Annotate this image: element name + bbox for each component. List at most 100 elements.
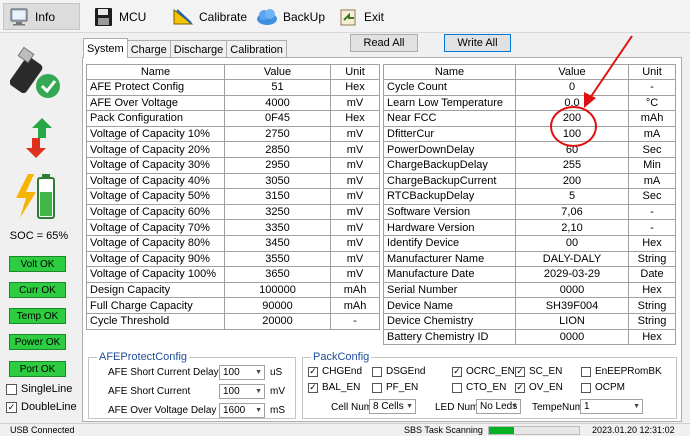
right-table-row[interactable]: Manufacturer Name DALY-DALY String [383, 250, 676, 268]
read-all-button[interactable]: Read All [350, 34, 418, 52]
right-table-row[interactable]: Software Version 7,06- [383, 203, 676, 221]
left-table-value-cell[interactable]: 3650 [224, 266, 331, 283]
left-table-value-cell[interactable]: 3150 [224, 188, 331, 205]
right-table-row[interactable]: Device Chemistry LION String [383, 312, 676, 330]
pack-flag-checkbox[interactable]: ✓ OV_EN [515, 382, 563, 393]
left-table-row[interactable]: AFE Protect Config 51 Hex [86, 79, 380, 96]
pack-flag-checkbox[interactable]: CTO_EN [452, 382, 506, 393]
tab-discharge[interactable]: Discharge [169, 40, 228, 58]
left-table-row[interactable]: Voltage of Capacity 80% 3450 mV [86, 234, 380, 252]
checkbox-box[interactable] [581, 382, 591, 393]
tab-system[interactable]: System [83, 38, 128, 58]
right-table-value-cell[interactable]: DALY-DALY [515, 250, 629, 268]
left-table-value-cell[interactable]: 2850 [224, 141, 331, 158]
left-table-row[interactable]: Voltage of Capacity 90% 3550 mV [86, 250, 380, 268]
right-table-value-cell[interactable]: 5 [515, 188, 629, 205]
left-table-row[interactable]: Voltage of Capacity 40% 3050 mV [86, 172, 380, 190]
toolbar-calibrate-button[interactable]: Calibrate [168, 3, 247, 30]
singleline-box[interactable] [6, 383, 17, 395]
checkbox-box[interactable] [452, 382, 462, 393]
left-table-row[interactable]: Design Capacity 100000 mAh [86, 281, 380, 299]
cell-num-select[interactable]: 8 Cells ▼ [369, 399, 416, 414]
right-table-value-cell[interactable]: 255 [515, 156, 629, 174]
right-table-value-cell[interactable]: 0000 [515, 328, 629, 346]
checkbox-box[interactable]: ✓ [308, 382, 318, 393]
left-table-value-cell[interactable]: 100000 [224, 281, 331, 299]
left-table-value-cell[interactable]: 3050 [224, 172, 331, 190]
right-table-value-cell[interactable]: 2,10 [515, 219, 629, 236]
singleline-checkbox[interactable]: SingleLine [6, 383, 72, 395]
write-all-button[interactable]: Write All [444, 34, 511, 52]
right-table-row[interactable]: Manufacture Date 2029-03-29 Date [383, 266, 676, 283]
left-table-value-cell[interactable]: 3250 [224, 203, 331, 221]
left-table-value-cell[interactable]: 3350 [224, 219, 331, 236]
right-table-value-cell[interactable]: 2029-03-29 [515, 266, 629, 283]
left-table-value-cell[interactable]: 20000 [224, 312, 331, 330]
right-table-row[interactable]: RTCBackupDelay 5 Sec [383, 188, 676, 205]
afe-short-current-delay-select[interactable]: 100 ▼ [219, 365, 265, 380]
toolbar-backup-button[interactable]: BackUp [252, 3, 328, 30]
tab-calibration[interactable]: Calibration [226, 40, 287, 58]
doubleline-checkbox[interactable]: ✓ DoubleLine [6, 401, 77, 413]
pack-flag-checkbox[interactable]: DSGEnd [372, 366, 425, 377]
checkbox-box[interactable]: ✓ [308, 366, 318, 377]
left-table-value-cell[interactable]: 3550 [224, 250, 331, 268]
left-table-unit-cell: mAh [330, 281, 380, 299]
left-table-value-cell[interactable]: 51 [224, 79, 331, 96]
pack-flag-checkbox[interactable]: ✓ CHGEnd [308, 366, 362, 377]
right-table-row[interactable]: Device Name SH39F004 String [383, 297, 676, 314]
pack-flag-checkbox[interactable]: ✓ OCRC_EN [452, 366, 515, 377]
left-table-value-cell[interactable]: 4000 [224, 94, 331, 112]
left-table-value-cell[interactable]: 0F45 [224, 110, 331, 127]
checkbox-box[interactable] [372, 382, 382, 393]
left-table-row[interactable]: Pack Configuration 0F45 Hex [86, 110, 380, 127]
afe-short-current-select[interactable]: 100 ▼ [219, 384, 265, 399]
left-table-row[interactable]: Voltage of Capacity 10% 2750 mV [86, 125, 380, 143]
left-table-value-cell[interactable]: 2750 [224, 125, 331, 143]
left-table-value-cell[interactable]: 90000 [224, 297, 331, 314]
right-table-row[interactable]: Battery Chemistry ID 0000 Hex [383, 328, 676, 346]
pack-flag-checkbox[interactable]: PF_EN [372, 382, 418, 393]
toolbar-info-button[interactable]: Info [3, 3, 80, 30]
right-table-value-cell[interactable]: LION [515, 312, 629, 330]
calibrate-icon [172, 7, 194, 27]
right-table-row[interactable]: Hardware Version 2,10- [383, 219, 676, 236]
checkbox-box[interactable]: ✓ [452, 366, 462, 377]
checkbox-box[interactable] [372, 366, 382, 377]
right-table-value-cell[interactable]: 200 [515, 172, 629, 190]
afe-over-voltage-delay-select[interactable]: 1600 ▼ [219, 403, 265, 418]
left-table-value-cell[interactable]: 3450 [224, 234, 331, 252]
right-table-value-cell[interactable]: SH39F004 [515, 297, 629, 314]
left-table-row[interactable]: Voltage of Capacity 100% 3650 mV [86, 266, 380, 283]
pack-flag-checkbox[interactable]: ✓ BAL_EN [308, 382, 360, 393]
tab-charge[interactable]: Charge [126, 40, 171, 58]
right-table-row[interactable]: Serial Number 0000 Hex [383, 281, 676, 299]
left-table-row[interactable]: Voltage of Capacity 60% 3250 mV [86, 203, 380, 221]
pack-flag-checkbox[interactable]: ✓ SC_EN [515, 366, 562, 377]
left-table-row[interactable]: Voltage of Capacity 50% 3150 mV [86, 188, 380, 205]
doubleline-box[interactable]: ✓ [6, 401, 17, 413]
left-table-row[interactable]: Voltage of Capacity 20% 2850 mV [86, 141, 380, 158]
right-table-row[interactable]: ChargeBackupCurrent 200 mA [383, 172, 676, 190]
tempe-num-select[interactable]: 1 ▼ [580, 399, 643, 414]
checkbox-box[interactable] [581, 366, 591, 377]
checkbox-box[interactable]: ✓ [515, 366, 525, 377]
pack-flag-checkbox[interactable]: OCPM [581, 382, 625, 393]
left-table-row[interactable]: Cycle Threshold 20000- [86, 312, 380, 330]
right-table-row[interactable]: ChargeBackupDelay 255 Min [383, 156, 676, 174]
left-table-row[interactable]: AFE Over Voltage 4000 mV [86, 94, 380, 112]
right-table-value-cell[interactable]: 00 [515, 234, 629, 252]
right-table-value-cell[interactable]: 0000 [515, 281, 629, 299]
left-table-row[interactable]: Voltage of Capacity 30% 2950 mV [86, 156, 380, 174]
left-table-row[interactable]: Voltage of Capacity 70% 3350 mV [86, 219, 380, 236]
pack-flag-checkbox[interactable]: EnEEPRomBK [581, 366, 662, 377]
right-table-value-cell[interactable]: 7,06 [515, 203, 629, 221]
led-num-select[interactable]: No Leds ▼ [476, 399, 521, 414]
right-table-row[interactable]: Identify Device 00 Hex [383, 234, 676, 252]
checkbox-box[interactable]: ✓ [515, 382, 525, 393]
left-table-name-cell: AFE Protect Config [86, 79, 225, 96]
left-table-value-cell[interactable]: 2950 [224, 156, 331, 174]
toolbar-mcu-button[interactable]: MCU [88, 3, 158, 30]
toolbar-exit-button[interactable]: Exit [333, 3, 393, 30]
left-table-row[interactable]: Full Charge Capacity 90000 mAh [86, 297, 380, 314]
